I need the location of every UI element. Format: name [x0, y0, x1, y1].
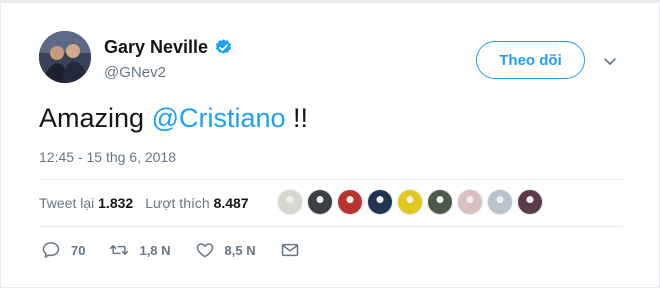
mention-link[interactable]: @Cristiano — [152, 103, 286, 133]
liker-avatar[interactable] — [337, 189, 363, 215]
tweet-stats: Tweet lại 1.832 Lượt thích 8.487 — [39, 195, 261, 211]
retweet-stat-label: Tweet lại — [39, 195, 95, 211]
chevron-down-icon[interactable] — [602, 53, 618, 69]
tweet-text: Amazing @Cristiano !! — [39, 103, 308, 134]
reply-count: 70 — [71, 242, 86, 258]
reply-icon — [42, 242, 60, 258]
author-name-row: Gary Neville — [104, 37, 233, 58]
liker-avatar[interactable] — [427, 189, 453, 215]
author-avatar[interactable] — [39, 31, 91, 83]
like-stat-label: Lượt thích — [145, 195, 210, 211]
envelope-icon — [281, 243, 298, 257]
author-handle[interactable]: @GNev2 — [104, 64, 166, 81]
follow-button[interactable]: Theo dõi — [476, 41, 585, 79]
direct-message-action[interactable] — [280, 240, 300, 260]
tweet-text-after: !! — [285, 103, 309, 133]
liker-avatars — [277, 189, 547, 215]
like-stat[interactable]: Lượt thích 8.487 — [145, 195, 248, 211]
tweet-actions: 70 1,8 N 8,5 N — [41, 240, 324, 260]
liker-avatar[interactable] — [517, 189, 543, 215]
tweet-card: Gary Neville @GNev2 Theo dõi Amazing @Cr… — [0, 0, 660, 288]
tweet-text-before: Amazing — [39, 103, 152, 133]
divider — [39, 179, 623, 180]
liker-avatar[interactable] — [487, 189, 513, 215]
liker-avatar[interactable] — [397, 189, 423, 215]
tweet-timestamp[interactable]: 12:45 - 15 thg 6, 2018 — [39, 149, 176, 165]
like-count: 8,5 N — [224, 242, 256, 258]
retweet-icon — [110, 245, 129, 255]
retweet-stat-value: 1.832 — [98, 195, 134, 211]
liker-avatar[interactable] — [367, 189, 393, 215]
retweet-stat[interactable]: Tweet lại 1.832 — [39, 195, 133, 211]
author-name[interactable]: Gary Neville — [104, 37, 208, 58]
liker-avatar[interactable] — [307, 189, 333, 215]
divider — [39, 226, 623, 227]
liker-avatar[interactable] — [277, 189, 303, 215]
verified-badge-icon — [214, 38, 233, 57]
heart-icon — [196, 243, 213, 258]
like-stat-value: 8.487 — [213, 195, 249, 211]
liker-avatar[interactable] — [457, 189, 483, 215]
retweet-count: 1,8 N — [139, 242, 171, 258]
reply-action[interactable]: 70 — [41, 240, 85, 260]
retweet-action[interactable]: 1,8 N — [109, 240, 171, 260]
like-action[interactable]: 8,5 N — [195, 240, 256, 260]
